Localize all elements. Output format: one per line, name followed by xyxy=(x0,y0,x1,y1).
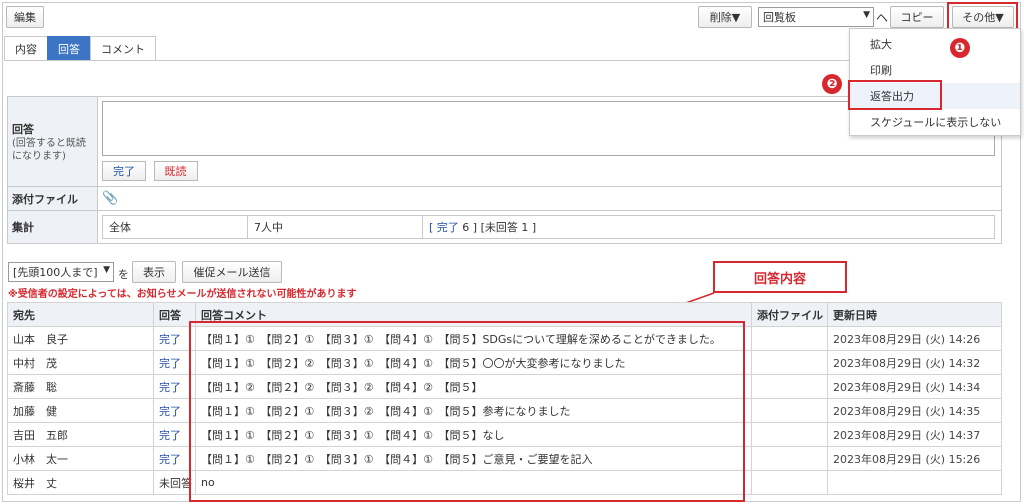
total-summary: 全体 7人中 [ 完了 6 ] [未回答 1 ] xyxy=(102,215,995,239)
row-date: 2023年08月29日 (火) 14:34 xyxy=(827,374,1002,399)
show-button[interactable]: 表示 xyxy=(132,261,176,283)
export-item-highlight xyxy=(848,80,942,110)
attach-row: 添付ファイル 📎 xyxy=(8,187,1001,211)
answer-note: (回答すると既読になります) xyxy=(12,137,86,162)
menu-item-hide-schedule[interactable]: スケジュールに表示しない xyxy=(850,109,1020,135)
row-to: 斎藤 聡 xyxy=(7,374,154,399)
row-attach xyxy=(751,326,828,351)
row-to: 中村 茂 xyxy=(7,350,154,375)
row-attach xyxy=(751,470,828,495)
send-reminder-button[interactable]: 催促メール送信 xyxy=(182,261,282,283)
row-date: 2023年08月29日 (火) 14:32 xyxy=(827,350,1002,375)
header-to: 宛先 xyxy=(7,302,154,327)
row-to: 小林 太一 xyxy=(7,446,154,471)
row-date: 2023年08月29日 (火) 14:35 xyxy=(827,398,1002,423)
answer-label-cell: 回答 (回答すると既読になります) xyxy=(8,97,98,186)
row-to: 桜井 丈 xyxy=(7,470,154,495)
edit-button[interactable]: 編集 xyxy=(6,6,44,28)
row-date: 2023年08月29日 (火) 14:26 xyxy=(827,326,1002,351)
attach-cell: 📎 xyxy=(98,187,1001,210)
chevron-down-icon: ▼ xyxy=(863,10,870,20)
step-badge-1: ❶ xyxy=(950,38,970,58)
range-select-value: [先頭100人まで] xyxy=(13,266,98,279)
total-open-bracket: [ xyxy=(429,220,434,234)
menu-item-zoom[interactable]: 拡大 xyxy=(850,31,1020,57)
board-select[interactable]: 回覧板 ▼ xyxy=(758,7,874,27)
total-breakdown-rest: 6 ] [未回答 1 ] xyxy=(462,221,537,234)
row-to: 吉田 五郎 xyxy=(7,422,154,447)
row-date: 2023年08月29日 (火) 15:26 xyxy=(827,446,1002,471)
row-attach xyxy=(751,398,828,423)
done-button[interactable]: 完了 xyxy=(102,161,146,181)
tab-answer[interactable]: 回答 xyxy=(47,36,91,61)
delete-button[interactable]: 削除▼ xyxy=(698,6,752,28)
tab-bar: 内容 回答 コメント xyxy=(4,36,156,61)
copy-button[interactable]: コピー xyxy=(890,6,944,28)
range-select[interactable]: [先頭100人まで] ▼ xyxy=(8,262,114,282)
row-date: 2023年08月29日 (火) 14:37 xyxy=(827,422,1002,447)
callout-answer-content: 回答内容 xyxy=(713,261,847,293)
row-attach xyxy=(751,446,828,471)
total-done-link[interactable]: 完了 xyxy=(437,219,459,235)
answer-label: 回答 xyxy=(12,122,34,136)
row-attach xyxy=(751,350,828,375)
comment-column-highlight xyxy=(189,321,745,502)
total-breakdown: [ 完了 6 ] [未回答 1 ] xyxy=(423,216,994,238)
warning-text: ※受信者の設定によっては、お知らせメールが送信されない可能性があります xyxy=(8,289,357,300)
step-badge-2: ❷ xyxy=(822,74,842,94)
total-count: 7人中 xyxy=(248,216,423,238)
row-to: 山本 良子 xyxy=(7,326,154,351)
total-label: 集計 xyxy=(8,211,98,243)
row-date xyxy=(827,470,1002,495)
row-to: 加藤 健 xyxy=(7,398,154,423)
row-attach xyxy=(751,374,828,399)
board-select-value: 回覧板 xyxy=(763,11,796,24)
total-all: 全体 xyxy=(103,216,248,238)
tab-divider xyxy=(4,60,849,61)
header-attach: 添付ファイル xyxy=(751,302,828,327)
total-cell: 全体 7人中 [ 完了 6 ] [未回答 1 ] xyxy=(98,211,1001,243)
header-date: 更新日時 xyxy=(827,302,1002,327)
attach-label: 添付ファイル xyxy=(8,187,98,210)
up-arrow-icon[interactable]: ヘ xyxy=(876,9,888,26)
total-row: 集計 全体 7人中 [ 完了 6 ] [未回答 1 ] xyxy=(8,211,1001,243)
chevron-down-icon: ▼ xyxy=(103,265,110,275)
read-button[interactable]: 既読 xyxy=(153,161,198,181)
row-attach xyxy=(751,422,828,447)
paperclip-add-icon[interactable]: 📎 xyxy=(102,191,118,206)
tab-content[interactable]: 内容 xyxy=(4,36,48,61)
range-suffix: を xyxy=(118,268,129,281)
tab-comment[interactable]: コメント xyxy=(90,36,156,61)
